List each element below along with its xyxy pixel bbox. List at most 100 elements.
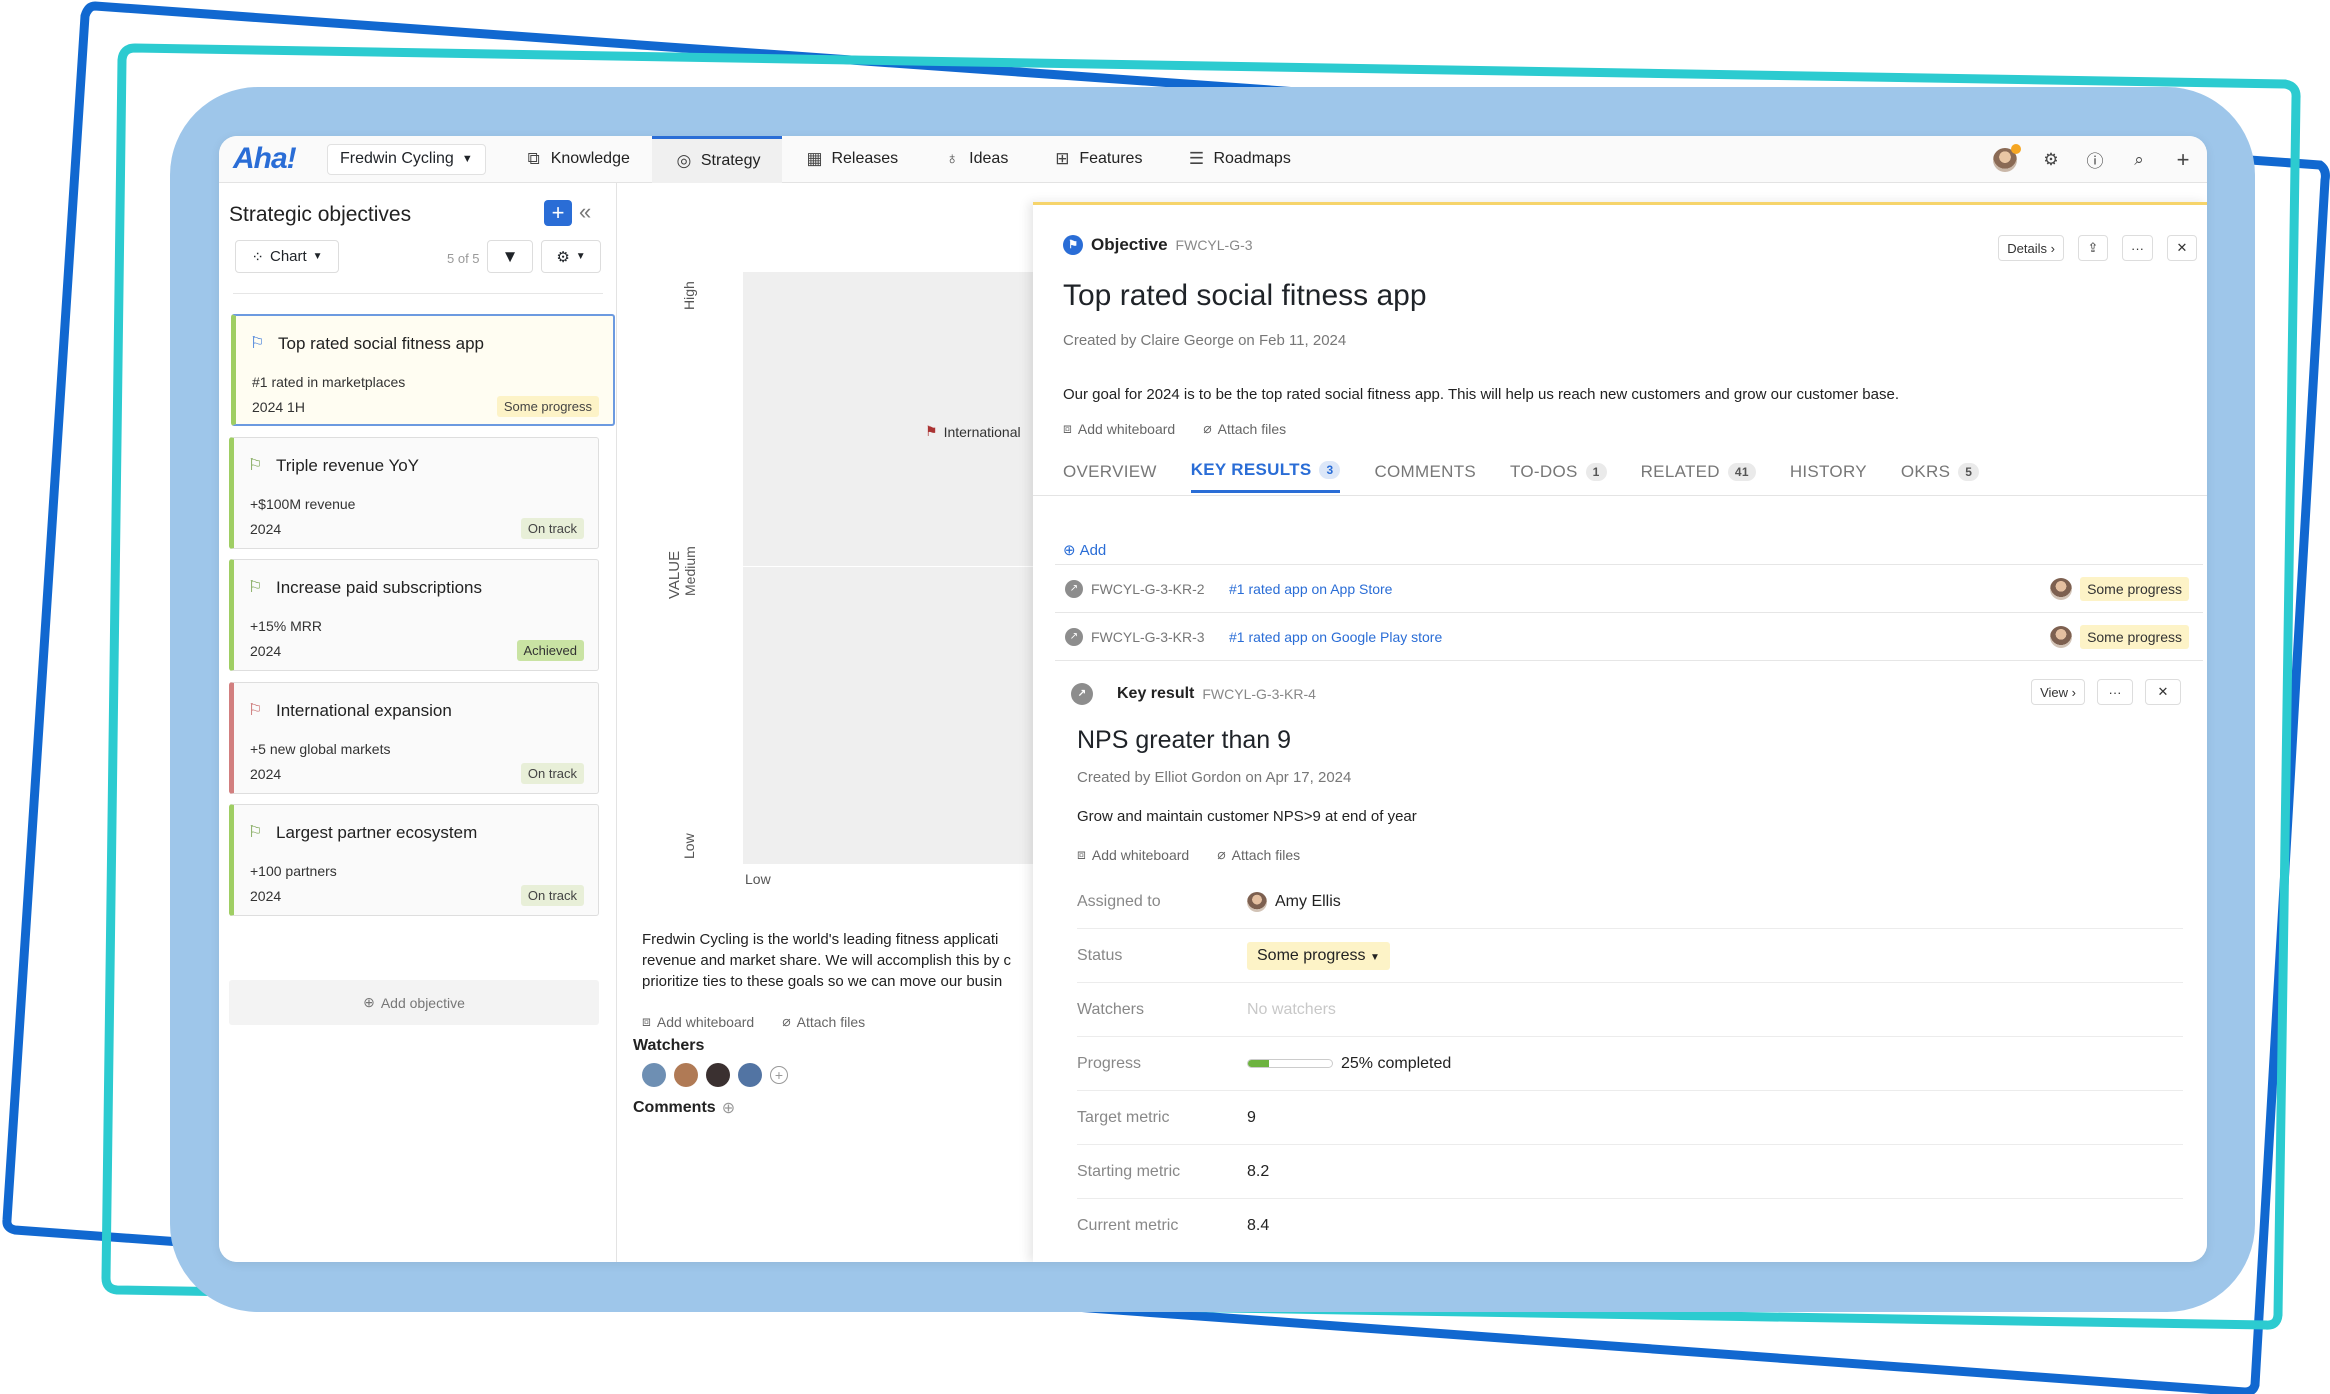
close-button[interactable]: ✕ bbox=[2145, 679, 2181, 705]
status-badge: Achieved bbox=[516, 640, 584, 661]
paperclip-icon: ⌀ bbox=[782, 1013, 791, 1029]
user-avatar[interactable] bbox=[1993, 143, 2021, 172]
watcher-avatar[interactable] bbox=[738, 1063, 762, 1087]
more-button[interactable]: ··· bbox=[2122, 235, 2153, 261]
tab-label: RELATED bbox=[1640, 461, 1720, 481]
key-result-actions: View › ··· ✕ bbox=[2031, 679, 2181, 705]
tab-comments[interactable]: COMMENTS bbox=[1374, 460, 1476, 493]
objective-card[interactable]: ⚐ Top rated social fitness app #1 rated … bbox=[231, 314, 615, 426]
nav-releases[interactable]: ▦ Releases bbox=[782, 136, 920, 183]
status-dropdown[interactable]: Some progress ▼ bbox=[1247, 941, 1390, 970]
tab-label: OVERVIEW bbox=[1063, 461, 1157, 481]
notification-dot bbox=[2011, 143, 2021, 154]
gear-icon[interactable]: ⚙ bbox=[2041, 150, 2061, 170]
comments-heading[interactable]: Comments ⊕ bbox=[633, 1098, 735, 1118]
current-value[interactable]: 8.4 bbox=[1247, 1217, 1269, 1235]
close-icon: ✕ bbox=[2157, 684, 2169, 699]
objective-card[interactable]: ⚐ Increase paid subscriptions +15% MRR 2… bbox=[229, 559, 599, 671]
help-icon[interactable]: ⓘ bbox=[2085, 147, 2105, 172]
field-status: Status Some progress ▼ bbox=[1077, 929, 2183, 983]
add-whiteboard-link[interactable]: ⧈ Add whiteboard bbox=[1077, 846, 1189, 863]
key-result-row[interactable]: ↗ FWCYL-G-3-KR-3 #1 rated app on Google … bbox=[1055, 612, 2203, 660]
collapse-icon[interactable]: « bbox=[579, 199, 591, 225]
objective-card[interactable]: ⚐ Largest partner ecosystem +100 partner… bbox=[229, 804, 599, 916]
search-icon[interactable]: ⌕ bbox=[2129, 150, 2149, 170]
tab-label: KEY RESULTS bbox=[1190, 460, 1312, 479]
record-title[interactable]: Top rated social fitness app bbox=[1063, 279, 1427, 313]
attach-files-link[interactable]: ⌀ Attach files bbox=[1203, 420, 1286, 437]
tab-to-dos[interactable]: TO-DOS 1 bbox=[1510, 460, 1607, 493]
nav-ideas[interactable]: ♁ Ideas bbox=[920, 136, 1030, 183]
add-objective-button[interactable]: + bbox=[544, 200, 572, 226]
plus-icon[interactable]: + bbox=[2173, 147, 2193, 173]
key-result-name[interactable]: #1 rated app on Google Play store bbox=[1229, 629, 2050, 645]
tab-label: TO-DOS bbox=[1510, 461, 1578, 481]
add-objective-row[interactable]: ⊕ Add objective bbox=[229, 980, 599, 1025]
status-badge: On track bbox=[520, 885, 584, 906]
starting-value[interactable]: 8.2 bbox=[1247, 1163, 1269, 1181]
settings-button[interactable]: ⚙ ▼ bbox=[541, 240, 601, 273]
watchers-list: + bbox=[642, 1063, 788, 1087]
field-label: Current metric bbox=[1077, 1217, 1179, 1234]
watcher-avatar[interactable] bbox=[706, 1063, 730, 1087]
tab-overview[interactable]: OVERVIEW bbox=[1063, 460, 1157, 493]
objective-period: 2024 bbox=[250, 888, 282, 904]
objective-drawer: ⚑ Objective FWCYL-G-3 Details › ⇪ ··· ✕ … bbox=[1033, 202, 2207, 1262]
key-result-row[interactable]: ↗ FWCYL-G-3-KR-2 #1 rated app on App Sto… bbox=[1055, 564, 2203, 612]
attach-files-link[interactable]: ⌀ Attach files bbox=[782, 1013, 865, 1030]
key-result-name[interactable]: #1 rated app on App Store bbox=[1229, 581, 2050, 597]
record-type: ⚑ Objective FWCYL-G-3 bbox=[1063, 235, 1253, 255]
aha-logo[interactable]: Aha! bbox=[233, 142, 313, 176]
tab-okrs[interactable]: OKRS 5 bbox=[1901, 460, 1980, 493]
record-description[interactable]: Our goal for 2024 is to be the top rated… bbox=[1063, 386, 1899, 403]
add-whiteboard-link[interactable]: ⧈ Add whiteboard bbox=[1063, 420, 1175, 437]
workspace-selector[interactable]: Fredwin Cycling ▼ bbox=[327, 143, 486, 175]
watcher-avatar[interactable] bbox=[642, 1063, 666, 1087]
add-watcher-icon[interactable]: + bbox=[770, 1066, 788, 1084]
gear-icon: ⚙ bbox=[556, 248, 570, 266]
flag-icon: ⚐ bbox=[248, 824, 263, 841]
add-circle-icon: ⊕ bbox=[1063, 542, 1076, 559]
tab-history[interactable]: HISTORY bbox=[1790, 460, 1867, 493]
record-id: FWCYL-G-3 bbox=[1175, 237, 1253, 253]
share-button[interactable]: ⇪ bbox=[2078, 235, 2108, 261]
link-label: Add whiteboard bbox=[1077, 420, 1176, 437]
objective-card[interactable]: ⚐ International expansion +5 new global … bbox=[229, 682, 599, 794]
grid-icon: ⊞ bbox=[1055, 149, 1070, 168]
chart-point[interactable]: ⚑ International bbox=[925, 423, 1021, 440]
chart-view-button[interactable]: ⁘ Chart ▼ bbox=[235, 240, 339, 273]
objective-title: Increase paid subscriptions bbox=[276, 578, 483, 597]
nav-features[interactable]: ⊞ Features bbox=[1030, 136, 1164, 183]
link-label: Attach files bbox=[796, 1013, 866, 1030]
details-button[interactable]: Details › bbox=[1998, 235, 2064, 261]
close-button[interactable]: ✕ bbox=[2167, 235, 2197, 261]
assignee-avatar bbox=[2050, 625, 2073, 648]
target-value[interactable]: 9 bbox=[1247, 1109, 1256, 1127]
field-label: Status bbox=[1077, 946, 1123, 964]
key-result-description[interactable]: Grow and maintain customer NPS>9 at end … bbox=[1077, 808, 1417, 825]
view-button[interactable]: View › bbox=[2031, 679, 2085, 705]
nav-roadmaps[interactable]: ☰ Roadmaps bbox=[1164, 136, 1312, 183]
field-progress: Progress 25% completed bbox=[1077, 1037, 2183, 1091]
objective-metric: +5 new global markets bbox=[250, 741, 391, 757]
more-button[interactable]: ··· bbox=[2097, 679, 2133, 705]
tab-key-results[interactable]: KEY RESULTS 3 bbox=[1190, 460, 1341, 493]
link-label: Attach files bbox=[1231, 846, 1301, 863]
key-result-title[interactable]: NPS greater than 9 bbox=[1077, 726, 1291, 755]
progress-bar bbox=[1247, 1059, 1333, 1068]
add-key-result-link[interactable]: ⊕ Add bbox=[1063, 541, 1106, 560]
whiteboard-icon: ⧈ bbox=[1063, 420, 1072, 436]
attach-files-link[interactable]: ⌀ Attach files bbox=[1217, 846, 1300, 863]
tab-related[interactable]: RELATED 41 bbox=[1641, 460, 1756, 493]
y-axis-high: High bbox=[681, 281, 697, 310]
objective-card[interactable]: ⚐ Triple revenue YoY +$100M revenue 2024… bbox=[229, 437, 599, 549]
watcher-avatar[interactable] bbox=[674, 1063, 698, 1087]
flag-icon: ⚑ bbox=[925, 423, 938, 439]
nav-knowledge[interactable]: ⧉ Knowledge bbox=[502, 136, 652, 183]
nav-strategy[interactable]: ◎ Strategy bbox=[651, 136, 783, 183]
assignee-value[interactable]: Amy Ellis bbox=[1247, 891, 1341, 912]
watchers-value[interactable]: No watchers bbox=[1247, 1001, 1336, 1019]
nav-right-tools: ⚙ ⓘ ⌕ + bbox=[1993, 136, 2207, 183]
filter-button[interactable]: ▼ bbox=[487, 240, 533, 273]
add-whiteboard-link[interactable]: ⧈ Add whiteboard bbox=[642, 1013, 754, 1030]
